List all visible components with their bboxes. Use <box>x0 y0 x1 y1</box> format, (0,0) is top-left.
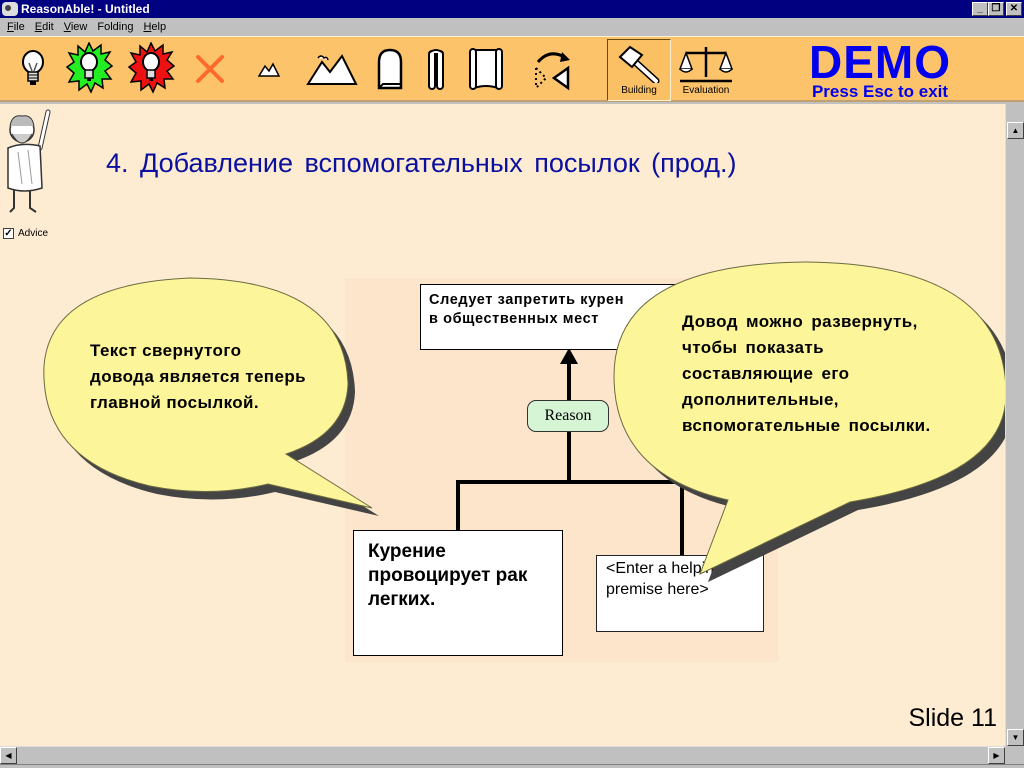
menu-help[interactable]: Help <box>138 21 171 33</box>
left-callout-text: Текст свернутого довода является теперь … <box>90 341 306 412</box>
demo-banner: DEMO Press Esc to exit <box>800 38 960 100</box>
horizontal-scrollbar[interactable]: ◀ ▶ <box>0 746 1005 764</box>
minimize-button[interactable]: _ <box>972 2 988 16</box>
lightbulb-icon <box>22 50 44 85</box>
right-callout-text: Довод можно развернуть, чтобы показать с… <box>682 312 931 435</box>
lightbulb-red-burst-icon <box>127 42 175 94</box>
status-bar <box>0 764 1024 768</box>
slide-number: Slide 11 <box>908 704 998 732</box>
delete-button[interactable] <box>190 41 230 97</box>
scales-icon <box>678 46 734 82</box>
scroll-right-button[interactable]: ▶ <box>988 747 1005 764</box>
menu-file[interactable]: File <box>2 21 30 33</box>
menu-view[interactable]: View <box>59 21 93 33</box>
flip-button[interactable] <box>530 41 576 97</box>
scroll-left-button[interactable]: ◀ <box>0 747 17 764</box>
building-mode-label: Building <box>621 84 657 96</box>
vertical-scrollbar[interactable]: ▲ ▼ <box>1005 104 1024 746</box>
menu-edit[interactable]: Edit <box>30 21 59 33</box>
objection-bulb-button[interactable] <box>126 41 176 97</box>
menu-folding[interactable]: Folding <box>92 21 138 33</box>
hammer-icon <box>618 45 660 83</box>
evaluation-mode-label: Evaluation <box>682 84 730 96</box>
building-mode-button[interactable]: Building <box>607 39 671 101</box>
slide-canvas: ✓ Advice 4. Добавление вспомогательных п… <box>0 104 1005 746</box>
zoom-in-button[interactable] <box>304 41 360 97</box>
small-mountain-icon <box>258 62 280 77</box>
zoom-out-button[interactable] <box>256 41 282 97</box>
delete-x-icon <box>196 55 224 83</box>
close-button[interactable]: ✕ <box>1006 2 1022 16</box>
claim-bulb-button[interactable] <box>12 41 54 97</box>
flip-arrow-icon <box>535 52 570 91</box>
scroll-closed-icon <box>428 49 444 90</box>
large-mountain-icon <box>306 54 358 85</box>
scroll-open-icon <box>469 48 503 90</box>
evaluation-mode-button[interactable]: Evaluation <box>674 39 738 101</box>
reason-bulb-button[interactable] <box>64 41 114 97</box>
window-title: ReasonAble! - Untitled <box>21 2 150 16</box>
restore-button[interactable]: ❐ <box>988 2 1004 16</box>
app-icon <box>2 2 18 16</box>
scroll-up-button[interactable]: ▲ <box>1007 122 1024 139</box>
scroll-down-button[interactable]: ▼ <box>1007 729 1024 746</box>
menu-bar: File Edit View Folding Help <box>0 18 1024 36</box>
scroll-open-button[interactable] <box>466 41 506 97</box>
lightbulb-green-burst-icon <box>65 42 113 94</box>
demo-subtitle: Press Esc to exit <box>811 82 949 101</box>
scroll-closed-button[interactable] <box>424 41 448 97</box>
title-bar: ReasonAble! - Untitled _ ❐ ✕ <box>0 0 1024 18</box>
demo-title: DEMO <box>809 36 951 88</box>
tablet-button[interactable] <box>372 41 408 97</box>
tombstone-icon <box>377 48 403 90</box>
